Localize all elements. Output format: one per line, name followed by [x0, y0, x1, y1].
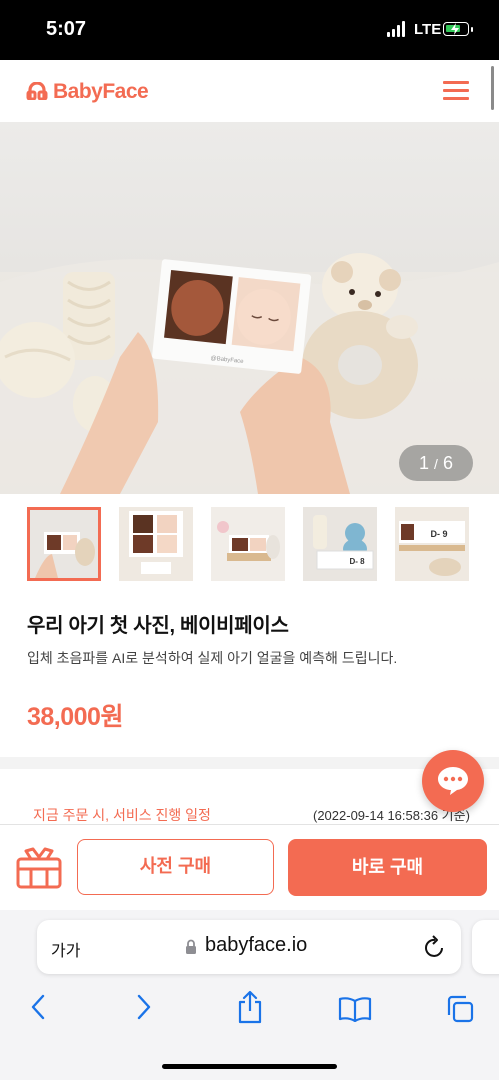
chat-button[interactable] — [422, 750, 484, 812]
thumbnail-4[interactable]: D- 8 — [303, 507, 377, 581]
browser-toolbar: 가가 babyface.io — [0, 910, 499, 1080]
status-bar: 5:07 LTE — [0, 0, 499, 60]
svg-text:D- 9: D- 9 — [430, 529, 447, 539]
address-bar[interactable]: 가가 babyface.io — [37, 920, 461, 974]
forward-icon[interactable] — [134, 993, 154, 1021]
bookmarks-icon[interactable] — [338, 996, 372, 1022]
pre-order-button[interactable]: 사전 구매 — [77, 839, 274, 895]
babyface-logo-icon — [26, 82, 48, 100]
chat-bubble-icon — [438, 767, 468, 795]
schedule-label: 지금 주문 시, 서비스 진행 일정 — [33, 807, 211, 823]
brand-logo[interactable]: BabyFace — [53, 80, 149, 104]
gallery-counter: 1 / 6 — [399, 445, 473, 481]
thumbnail-5[interactable]: D- 9 — [395, 507, 469, 581]
reload-icon[interactable] — [423, 934, 447, 960]
next-tab-preview[interactable] — [472, 920, 499, 974]
product-title: 우리 아기 첫 사진, 베이비페이스 — [27, 615, 289, 637]
product-hero-image[interactable]: @BabyFace — [0, 122, 499, 494]
hero-photo: @BabyFace — [0, 253, 499, 494]
lock-icon — [186, 939, 196, 954]
site-header: BabyFace — [0, 60, 499, 122]
counter-total: 6 — [442, 453, 453, 473]
url-text: babyface.io — [205, 934, 308, 956]
status-time: 5:07 — [46, 18, 87, 40]
text-size-button[interactable]: 가가 — [51, 937, 80, 961]
gift-icon[interactable] — [15, 845, 63, 889]
svg-text:D- 8: D- 8 — [349, 557, 365, 566]
share-icon[interactable] — [236, 990, 264, 1024]
thumbnail-3[interactable] — [211, 507, 285, 581]
product-description: 입체 초음파를 AI로 분석하여 실제 아기 얼굴을 예측해 드립니다. — [27, 650, 398, 666]
battery-icon — [443, 22, 469, 36]
buy-now-button[interactable]: 바로 구매 — [288, 839, 487, 896]
hamburger-menu-icon[interactable] — [443, 81, 469, 101]
tabs-icon[interactable] — [445, 994, 475, 1024]
home-indicator — [162, 1064, 337, 1069]
counter-separator: / — [434, 456, 438, 472]
back-icon[interactable] — [28, 993, 48, 1021]
counter-current: 1 — [419, 453, 430, 473]
purchase-action-bar: 사전 구매 바로 구매 — [0, 824, 499, 911]
thumbnail-2[interactable] — [119, 507, 193, 581]
thumbnail-1[interactable] — [27, 507, 101, 581]
network-label: LTE — [414, 21, 442, 38]
page-scrollbar[interactable] — [491, 66, 494, 110]
product-price: 38,000원 — [27, 703, 123, 731]
signal-icon — [387, 21, 411, 37]
